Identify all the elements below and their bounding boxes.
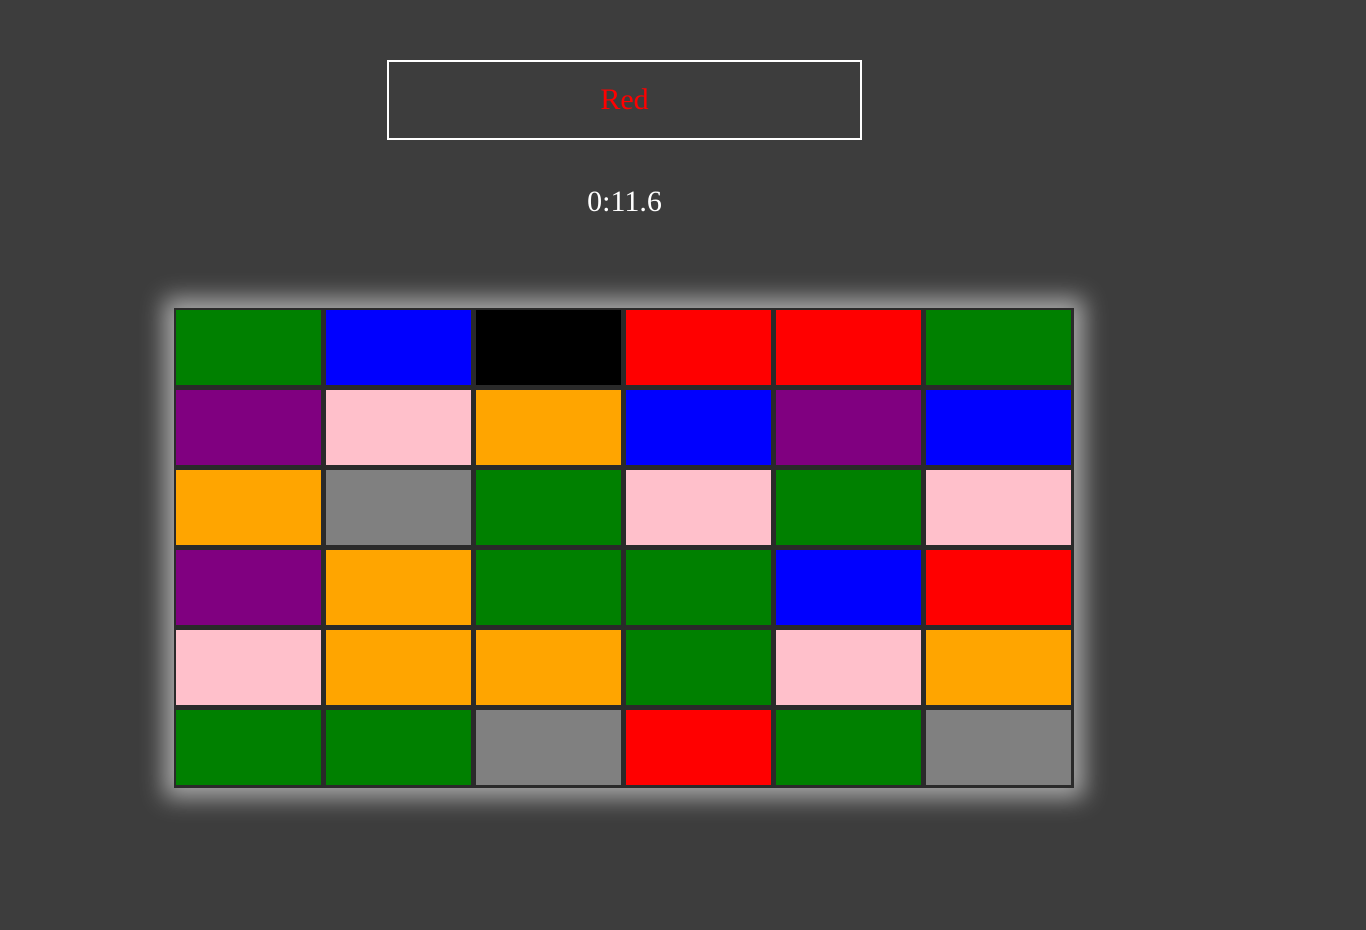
color-tile[interactable] bbox=[926, 310, 1071, 385]
color-tile[interactable] bbox=[176, 390, 321, 465]
color-tile[interactable] bbox=[626, 550, 771, 625]
color-tile[interactable] bbox=[776, 310, 921, 385]
color-tile[interactable] bbox=[626, 710, 771, 785]
color-prompt-word: Red bbox=[600, 83, 649, 116]
color-tile[interactable] bbox=[326, 630, 471, 705]
color-tile[interactable] bbox=[476, 710, 621, 785]
game-timer: 0:11.6 bbox=[587, 185, 662, 218]
color-tile[interactable] bbox=[476, 630, 621, 705]
color-tile[interactable] bbox=[326, 310, 471, 385]
color-tile[interactable] bbox=[326, 470, 471, 545]
color-tile[interactable] bbox=[626, 630, 771, 705]
color-tile[interactable] bbox=[476, 470, 621, 545]
color-prompt-box: Red bbox=[387, 60, 862, 140]
color-tile[interactable] bbox=[626, 390, 771, 465]
color-tile[interactable] bbox=[476, 390, 621, 465]
color-tile-grid bbox=[174, 308, 1074, 788]
color-tile[interactable] bbox=[776, 470, 921, 545]
color-tile[interactable] bbox=[476, 550, 621, 625]
color-tile[interactable] bbox=[926, 550, 1071, 625]
color-tile[interactable] bbox=[776, 710, 921, 785]
color-tile[interactable] bbox=[776, 550, 921, 625]
color-tile[interactable] bbox=[776, 390, 921, 465]
color-tile[interactable] bbox=[176, 310, 321, 385]
color-tile[interactable] bbox=[476, 310, 621, 385]
color-tile[interactable] bbox=[176, 550, 321, 625]
color-tile[interactable] bbox=[176, 710, 321, 785]
color-tile[interactable] bbox=[776, 630, 921, 705]
color-tile[interactable] bbox=[626, 310, 771, 385]
color-tile[interactable] bbox=[326, 710, 471, 785]
color-tile[interactable] bbox=[926, 630, 1071, 705]
color-tile[interactable] bbox=[926, 390, 1071, 465]
color-tile[interactable] bbox=[926, 710, 1071, 785]
color-tile[interactable] bbox=[176, 630, 321, 705]
color-tile[interactable] bbox=[926, 470, 1071, 545]
color-tile[interactable] bbox=[326, 550, 471, 625]
color-tile[interactable] bbox=[326, 390, 471, 465]
color-tile[interactable] bbox=[626, 470, 771, 545]
color-tile[interactable] bbox=[176, 470, 321, 545]
